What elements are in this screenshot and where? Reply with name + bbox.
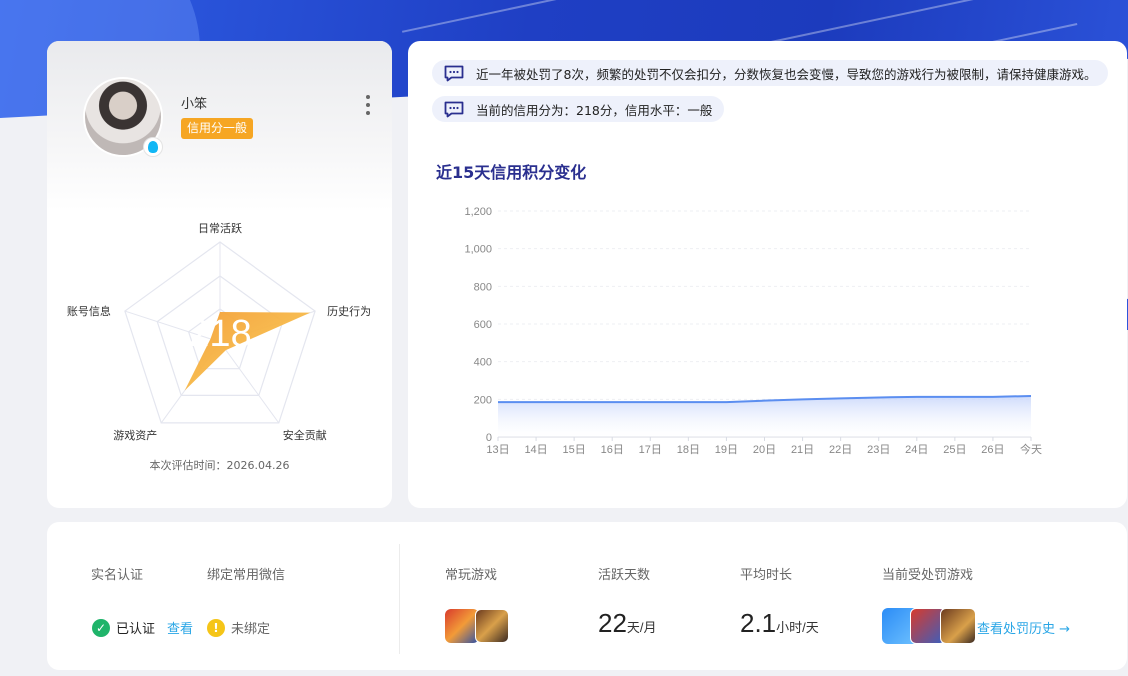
view-realname-link[interactable]: 查看 bbox=[167, 618, 193, 637]
evaluation-time: 本次评估时间：2026.04.26 bbox=[149, 459, 290, 472]
avg-time-label: 平均时长 bbox=[740, 568, 793, 583]
hero-streak bbox=[401, 0, 599, 33]
realname-status: ✓ 已认证 查看 bbox=[92, 618, 193, 637]
y-tick-label: 0 bbox=[486, 432, 492, 444]
avg-time: 2.1小时/天 bbox=[740, 608, 819, 639]
x-tick-label: 25日 bbox=[943, 444, 966, 456]
radar-label-2: 安全贡献 bbox=[282, 428, 327, 442]
radar-label-3: 游戏资产 bbox=[113, 428, 158, 442]
active-days-unit: 天/月 bbox=[626, 620, 657, 635]
x-tick-label: 15日 bbox=[563, 444, 586, 456]
x-tick-label: 26日 bbox=[981, 444, 1004, 456]
qq-icon bbox=[143, 137, 163, 157]
x-tick-label: 16日 bbox=[601, 444, 624, 456]
x-tick-label: 13日 bbox=[486, 444, 509, 456]
message-icon bbox=[444, 65, 464, 82]
x-tick-label: 19日 bbox=[715, 444, 738, 456]
active-days-label: 活跃天数 bbox=[598, 568, 651, 583]
account-stats-card: 实名认证 绑定常用微信 ✓ 已认证 查看 ! 未绑定 常玩游戏 活跃天数 22天… bbox=[47, 522, 1127, 670]
credit-trend-card: 近一年被处罚了8次，频繁的处罚不仅会扣分，分数恢复也会变慢，导致您的游戏行为被限… bbox=[408, 41, 1127, 508]
game-icon-peacekeeper[interactable] bbox=[475, 609, 509, 643]
x-tick-label: 20日 bbox=[753, 444, 776, 456]
x-tick-label: 14日 bbox=[524, 444, 547, 456]
score-notice: 当前的信用分为：218分，信用水平：一般 bbox=[432, 96, 725, 122]
y-tick-label: 600 bbox=[474, 319, 492, 331]
x-tick-label: 22日 bbox=[829, 444, 852, 456]
score-notice-text: 当前的信用分为：218分，信用水平：一般 bbox=[476, 102, 713, 118]
x-tick-label: 17日 bbox=[639, 444, 662, 456]
divider bbox=[399, 544, 400, 654]
wechat-label: 绑定常用微信 bbox=[207, 568, 286, 583]
radar-label-1: 历史行为 bbox=[327, 305, 372, 319]
realname-label: 实名认证 bbox=[91, 568, 144, 583]
x-tick-label: 24日 bbox=[905, 444, 928, 456]
avg-time-unit: 小时/天 bbox=[776, 620, 819, 635]
radar-label-0: 日常活跃 bbox=[198, 222, 242, 235]
check-icon: ✓ bbox=[92, 618, 110, 637]
y-tick-label: 800 bbox=[474, 281, 492, 293]
credit-trend-chart: 0 200 400 600 800 1,000 1,200 13日 14日 15日 16日 17日 18… bbox=[464, 206, 1042, 456]
y-tick-label: 400 bbox=[474, 357, 492, 369]
x-tick-label: 18日 bbox=[677, 444, 700, 456]
game-icon-punished-3[interactable] bbox=[940, 608, 976, 644]
wechat-status-text: 未绑定 bbox=[231, 622, 271, 637]
chart-title: 近15天信用积分变化 bbox=[436, 163, 587, 182]
realname-status-text: 已认证 bbox=[116, 622, 156, 637]
punishment-history-link[interactable]: 查看处罚历史 → bbox=[977, 618, 1070, 637]
punished-games-label: 当前受处罚游戏 bbox=[882, 568, 974, 583]
message-icon bbox=[444, 101, 464, 118]
active-days: 22天/月 bbox=[598, 608, 657, 639]
x-tick-label: 23日 bbox=[867, 444, 890, 456]
credit-score-value: 218 bbox=[188, 313, 251, 355]
credit-level-badge: 信用分一般 bbox=[181, 118, 254, 139]
x-tick-label: 21日 bbox=[791, 444, 814, 456]
punishment-notice-text: 近一年被处罚了8次，频繁的处罚不仅会扣分，分数恢复也会变慢，导致您的游戏行为被限… bbox=[476, 66, 1097, 82]
warning-icon: ! bbox=[207, 618, 225, 637]
radar-label-4: 账号信息 bbox=[66, 305, 111, 319]
wechat-status: ! 未绑定 bbox=[207, 618, 270, 637]
y-tick-label: 1,000 bbox=[464, 244, 492, 256]
active-days-value: 22 bbox=[598, 608, 627, 638]
x-tick-label: 今天 bbox=[1020, 442, 1042, 456]
y-tick-label: 1,200 bbox=[464, 206, 492, 218]
punishment-notice: 近一年被处罚了8次，频繁的处罚不仅会扣分，分数恢复也会变慢，导致您的游戏行为被限… bbox=[432, 60, 1109, 86]
avg-time-value: 2.1 bbox=[740, 608, 777, 638]
username: 小笨 bbox=[181, 97, 208, 112]
games-label: 常玩游戏 bbox=[445, 568, 498, 583]
profile-card: 小笨 信用分一般 218 日常活跃历史行为安全贡献 游戏资产 账号信息 本次评估时间… bbox=[47, 41, 392, 508]
game-icon-honor-of-kings[interactable] bbox=[445, 609, 479, 643]
more-options-icon[interactable] bbox=[363, 95, 373, 115]
y-tick-label: 200 bbox=[474, 394, 492, 406]
